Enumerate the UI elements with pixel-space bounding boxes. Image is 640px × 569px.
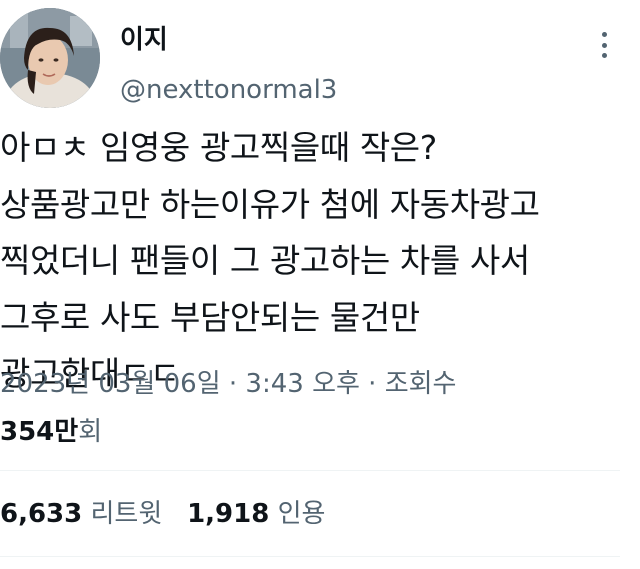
views-count: 354만회 <box>0 412 102 452</box>
retweets-label: 리트윗 <box>90 499 163 529</box>
divider <box>0 556 620 557</box>
quotes-count: 1,918 <box>187 499 270 529</box>
retweets-stat[interactable]: 6,633 리트윗 <box>0 499 162 529</box>
tweet-header: 이지 @nexttonormal3 <box>0 0 640 115</box>
quotes-stat[interactable]: 1,918 인용 <box>187 499 325 529</box>
avatar-image <box>0 8 100 108</box>
more-vertical-icon[interactable] <box>592 28 616 62</box>
tweet-text: 아ㅁㅊ 임영웅 광고찍을때 작은? 상품광고만 하는이유가 첨에 자동차광고 찍… <box>0 128 540 393</box>
quotes-label: 인용 <box>277 499 326 529</box>
views-number: 354만 <box>0 417 79 447</box>
author-handle[interactable]: @nexttonormal3 <box>120 74 337 106</box>
divider <box>0 470 620 471</box>
tweet-timestamp[interactable]: 2023년 03월 06일 · 3:43 오후 · 조회수 <box>0 364 456 404</box>
retweets-count: 6,633 <box>0 499 83 529</box>
engagement-stats: 6,633 리트윗 1,918 인용 <box>0 494 325 534</box>
views-suffix: 회 <box>78 417 103 447</box>
avatar[interactable] <box>0 8 100 108</box>
author-name[interactable]: 이지 <box>120 24 168 56</box>
